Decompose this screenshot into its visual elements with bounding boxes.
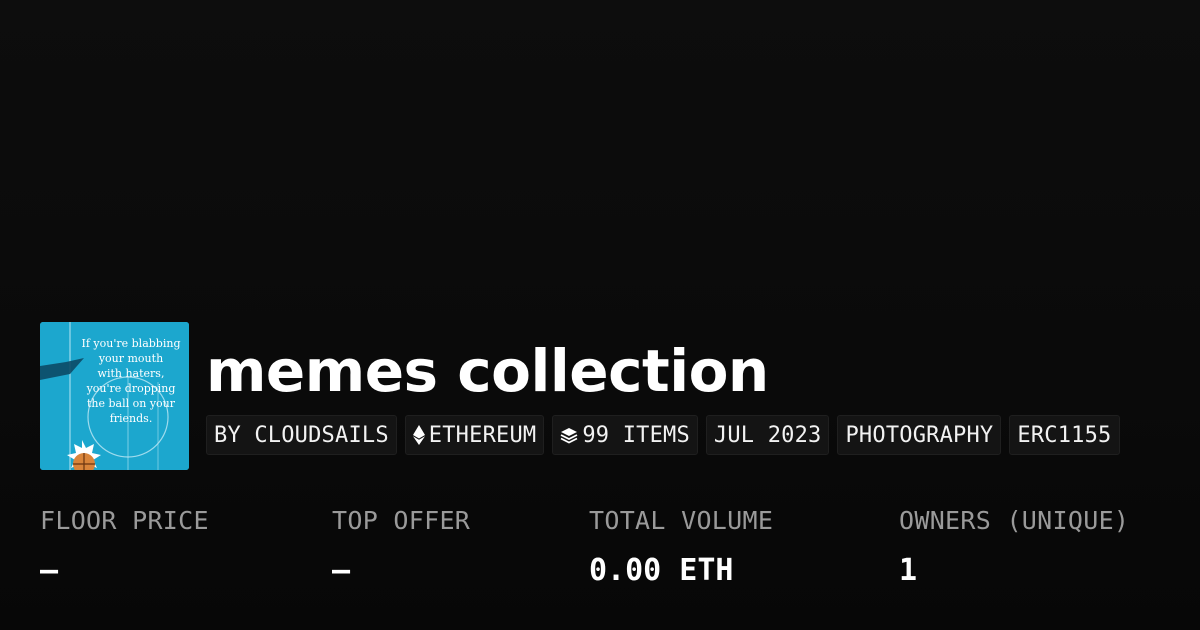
tag-items-label: 99 ITEMS bbox=[582, 422, 690, 448]
ethereum-icon bbox=[412, 425, 425, 445]
layers-icon bbox=[560, 426, 578, 444]
tag-creator-label: BY CLOUDSAILS bbox=[214, 422, 389, 448]
stat-top-offer: TOP OFFER — bbox=[332, 502, 470, 590]
stat-floor-price: FLOOR PRICE — bbox=[40, 502, 209, 590]
tag-date: JUL 2023 bbox=[705, 415, 830, 455]
stat-top-offer-label: TOP OFFER bbox=[332, 506, 471, 535]
tag-items[interactable]: 99 ITEMS bbox=[552, 415, 698, 455]
tag-standard-label: ERC1155 bbox=[1017, 422, 1112, 448]
tag-chain-label: ETHEREUM bbox=[428, 422, 537, 448]
tag-chain[interactable]: ETHEREUM bbox=[404, 415, 545, 455]
thumbnail-caption: If you're blabbing your mouth with hater… bbox=[81, 337, 181, 425]
stat-owners-label: OWNERS (UNIQUE) bbox=[899, 506, 1130, 535]
stat-floor-price-value: — bbox=[40, 553, 59, 588]
collection-tags: BY CLOUDSAILS ETHEREUM 99 ITEMS JUL 2023… bbox=[206, 415, 1120, 455]
stat-floor-price-label: FLOOR PRICE bbox=[40, 506, 209, 535]
tag-category-label: PHOTOGRAPHY bbox=[845, 422, 994, 448]
tag-standard: ERC1155 bbox=[1009, 415, 1120, 455]
collection-thumbnail[interactable]: If you're blabbing your mouth with hater… bbox=[40, 322, 189, 470]
collection-title: memes collection bbox=[206, 337, 769, 405]
tag-date-label: JUL 2023 bbox=[713, 422, 822, 448]
stat-total-volume-label: TOTAL VOLUME bbox=[589, 506, 774, 535]
stat-owners: OWNERS (UNIQUE) 1 bbox=[899, 502, 1129, 590]
stat-total-volume: TOTAL VOLUME 0.00 ETH bbox=[589, 502, 773, 590]
stat-top-offer-value: — bbox=[332, 553, 351, 588]
stat-total-volume-value: 0.00 ETH bbox=[589, 553, 734, 588]
stat-owners-value: 1 bbox=[899, 553, 918, 588]
tag-category[interactable]: PHOTOGRAPHY bbox=[837, 415, 1002, 455]
tag-creator[interactable]: BY CLOUDSAILS bbox=[206, 415, 397, 455]
